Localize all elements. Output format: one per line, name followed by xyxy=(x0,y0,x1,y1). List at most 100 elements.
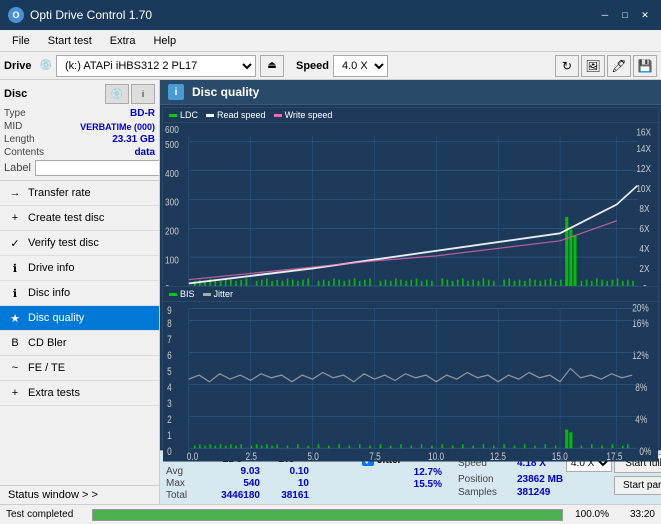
disc-info-icon: ℹ xyxy=(8,286,22,300)
max-ldc: 540 xyxy=(205,478,260,489)
disc-quality-label: Disc quality xyxy=(28,312,84,324)
speed-selector[interactable]: 4.0 X xyxy=(333,55,388,77)
length-value: 23.31 GB xyxy=(112,134,155,145)
close-button[interactable]: ✕ xyxy=(637,7,653,23)
sidebar-item-disc-info[interactable]: ℹ Disc info xyxy=(0,281,159,306)
svg-text:15.0: 15.0 xyxy=(552,452,568,462)
contents-label: Contents xyxy=(4,147,44,158)
total-bis: 38161 xyxy=(264,490,309,501)
eject-button[interactable]: ⏏ xyxy=(260,55,284,77)
sidebar-item-fe-te[interactable]: ~ FE / TE xyxy=(0,356,159,381)
label-label: Label xyxy=(4,162,31,174)
bottom-chart: BIS Jitter 0 1 2 3 4 5 6 xyxy=(162,286,659,448)
verify-test-disc-label: Verify test disc xyxy=(28,237,99,249)
menu-extra[interactable]: Extra xyxy=(102,33,144,49)
max-jitter: 15.5% xyxy=(362,479,442,490)
svg-text:8X: 8X xyxy=(639,203,649,214)
svg-text:4%: 4% xyxy=(635,415,647,427)
extra-tests-label: Extra tests xyxy=(28,387,80,399)
sidebar-item-create-test-disc[interactable]: + Create test disc xyxy=(0,206,159,231)
sidebar-item-verify-test-disc[interactable]: ✓ Verify test disc xyxy=(0,231,159,256)
sidebar-item-disc-quality[interactable]: ★ Disc quality xyxy=(0,306,159,331)
position-label: Position xyxy=(458,474,513,485)
svg-text:9: 9 xyxy=(167,305,172,317)
charts-area: LDC Read speed Write speed 0 xyxy=(160,105,661,450)
svg-text:7.5: 7.5 xyxy=(369,452,380,462)
read-legend-label: Read speed xyxy=(217,110,266,120)
jitter-legend-dot xyxy=(203,293,211,296)
svg-text:12X: 12X xyxy=(636,163,651,174)
main-layout: Disc 💿 i Type BD-R MID VERBATIMe (000) L… xyxy=(0,80,661,504)
drive-selector[interactable]: (k:) ATAPi iHBS312 2 PL17 xyxy=(56,55,256,77)
disc-icon-btn[interactable]: 💿 xyxy=(105,84,129,104)
bottom-chart-legend: BIS Jitter xyxy=(163,287,658,302)
time-display: 33:20 xyxy=(615,509,655,520)
bottom-chart-svg: 0 1 2 3 4 5 6 7 8 9 0% 4% 8% 12% 16% 20 xyxy=(163,302,658,462)
svg-text:2X: 2X xyxy=(639,263,649,274)
progress-bar-fill xyxy=(93,510,562,520)
dq-icon: i xyxy=(168,84,184,100)
menu-start-test[interactable]: Start test xyxy=(40,33,100,49)
toolbar-btn-3[interactable]: 🖊 xyxy=(607,55,631,77)
svg-text:200: 200 xyxy=(165,226,179,237)
svg-text:5: 5 xyxy=(167,367,172,379)
toolbar-btn-2[interactable]: 🖼 xyxy=(581,55,605,77)
cd-bler-label: CD Bler xyxy=(28,337,67,349)
svg-text:8: 8 xyxy=(167,319,172,331)
sidebar: Disc 💿 i Type BD-R MID VERBATIMe (000) L… xyxy=(0,80,160,504)
write-legend-dot xyxy=(274,114,282,117)
mid-label: MID xyxy=(4,121,22,132)
label-input[interactable] xyxy=(35,160,160,176)
svg-text:4X: 4X xyxy=(639,243,649,254)
svg-text:600: 600 xyxy=(165,124,179,135)
samples-label: Samples xyxy=(458,487,513,498)
write-legend-label: Write speed xyxy=(285,110,333,120)
fe-te-icon: ~ xyxy=(8,361,22,375)
minimize-button[interactable]: ─ xyxy=(597,7,613,23)
main-content: i Disc quality LDC Read speed xyxy=(160,80,661,504)
menu-file[interactable]: File xyxy=(4,33,38,49)
sidebar-item-extra-tests[interactable]: + Extra tests xyxy=(0,381,159,406)
menu-help[interactable]: Help xyxy=(145,33,184,49)
disc-title: Disc xyxy=(4,88,27,100)
total-label: Total xyxy=(166,490,201,501)
svg-text:12%: 12% xyxy=(632,351,649,363)
samples-value: 381249 xyxy=(517,487,550,498)
status-window-btn[interactable]: Status window > > xyxy=(0,485,159,504)
avg-bis: 0.10 xyxy=(264,466,309,477)
toolbar-btn-save[interactable]: 💾 xyxy=(633,55,657,77)
position-value: 23862 MB xyxy=(517,474,563,485)
read-legend-dot xyxy=(206,114,214,117)
drive-icon: 💿 xyxy=(40,60,52,71)
avg-ldc: 9.03 xyxy=(205,466,260,477)
top-chart-legend: LDC Read speed Write speed xyxy=(163,108,658,123)
sidebar-item-transfer-rate[interactable]: → Transfer rate xyxy=(0,181,159,206)
cd-bler-icon: B xyxy=(8,336,22,350)
svg-text:4: 4 xyxy=(167,383,172,395)
length-label: Length xyxy=(4,134,35,145)
svg-text:0.0: 0.0 xyxy=(187,452,198,462)
drive-info-icon: ℹ xyxy=(8,261,22,275)
svg-text:14X: 14X xyxy=(636,143,651,154)
disc-info-btn[interactable]: i xyxy=(131,84,155,104)
contents-value: data xyxy=(134,147,155,158)
svg-text:6: 6 xyxy=(167,351,172,363)
svg-text:2.5: 2.5 xyxy=(246,452,257,462)
toolbar-btn-1[interactable]: ↻ xyxy=(555,55,579,77)
progress-bar xyxy=(92,509,563,521)
disc-quality-icon: ★ xyxy=(8,311,22,325)
svg-text:0%: 0% xyxy=(639,446,651,458)
total-ldc: 3446180 xyxy=(205,490,260,501)
svg-text:400: 400 xyxy=(165,168,179,179)
start-part-button[interactable]: Start part xyxy=(614,476,661,495)
sidebar-item-cd-bler[interactable]: B CD Bler xyxy=(0,331,159,356)
title-bar: O Opti Drive Control 1.70 ─ □ ✕ xyxy=(0,0,661,30)
maximize-button[interactable]: □ xyxy=(617,7,633,23)
app-title: Opti Drive Control 1.70 xyxy=(30,8,152,22)
jitter-legend-label: Jitter xyxy=(214,289,234,299)
drive-toolbar: Drive 💿 (k:) ATAPi iHBS312 2 PL17 ⏏ Spee… xyxy=(0,52,661,80)
max-bis: 10 xyxy=(264,478,309,489)
type-value: BD-R xyxy=(130,108,155,119)
svg-text:16%: 16% xyxy=(632,319,649,331)
sidebar-item-drive-info[interactable]: ℹ Drive info xyxy=(0,256,159,281)
